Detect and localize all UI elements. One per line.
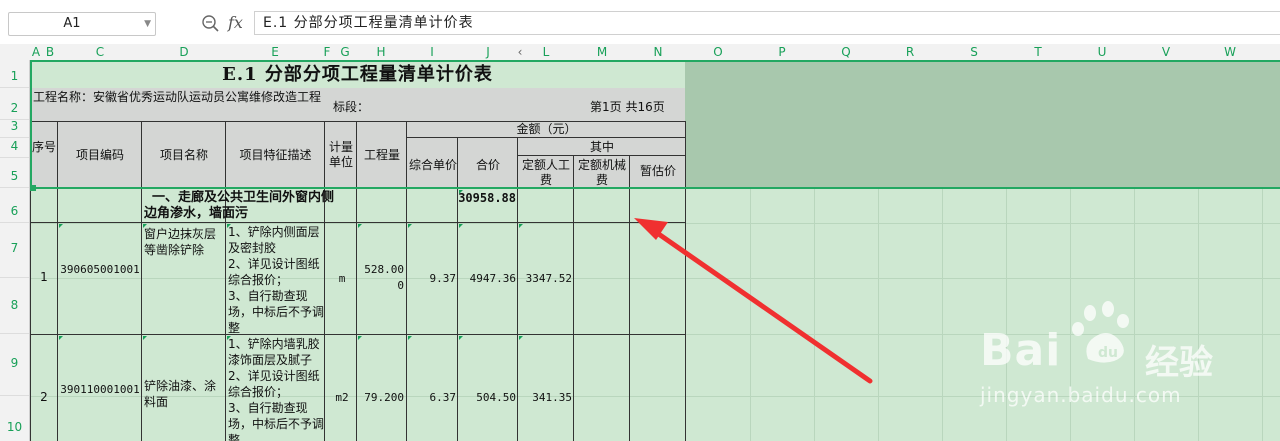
- watermark-brand: Bai: [980, 325, 1062, 376]
- fill-handle[interactable]: [30, 185, 36, 191]
- column-header[interactable]: R: [878, 44, 942, 60]
- column-header[interactable]: Q: [814, 44, 878, 60]
- column-header[interactable]: E: [226, 44, 324, 60]
- row-header[interactable]: 6: [0, 188, 29, 223]
- cell-marker: [459, 190, 463, 194]
- cell-marker: [227, 224, 231, 228]
- item-name: 窗户边抹灰层等凿除铲除: [144, 227, 217, 257]
- zoom-formula-icon[interactable]: [200, 11, 222, 35]
- item-unit-price: 6.37: [429, 391, 457, 404]
- watermark-url: jingyan.baidu.com: [980, 383, 1182, 407]
- column-header[interactable]: S: [942, 44, 1006, 60]
- item-labor: 3347.52: [525, 272, 572, 285]
- row-header[interactable]: 2: [0, 88, 29, 120]
- column-header[interactable]: H: [356, 44, 406, 60]
- column-header[interactable]: N: [630, 44, 686, 60]
- cell-marker: [519, 224, 523, 228]
- column-header[interactable]: G: [336, 44, 354, 60]
- item-total: 504.50: [476, 391, 516, 404]
- column-header[interactable]: V: [1134, 44, 1198, 60]
- svg-text:du: du: [1098, 345, 1118, 361]
- column-header[interactable]: F: [317, 44, 337, 60]
- item-labor: 341.35: [532, 391, 572, 404]
- row-header[interactable]: 5: [0, 158, 29, 188]
- item-qty: 79.200: [364, 391, 404, 404]
- column-header[interactable]: D: [142, 44, 226, 60]
- row-header[interactable]: 3: [0, 119, 29, 138]
- row-header[interactable]: 7: [0, 223, 29, 278]
- paw-icon: du: [1072, 301, 1129, 363]
- item-qty: 528.000: [364, 263, 404, 292]
- row-header[interactable]: 9: [0, 334, 29, 396]
- column-header[interactable]: J: [458, 44, 518, 60]
- column-header[interactable]: L: [518, 44, 574, 60]
- column-header[interactable]: P: [750, 44, 814, 60]
- item-name: 铲除油漆、涂料面: [144, 379, 217, 409]
- baidu-watermark: du Bai 经验 jingyan.baidu.com: [970, 295, 1270, 415]
- cell-marker: [408, 336, 412, 340]
- row-header[interactable]: 10: [0, 396, 29, 441]
- cell-marker: [358, 224, 362, 228]
- cell-marker: [408, 224, 412, 228]
- item-seq: 2: [40, 390, 48, 404]
- item-features: 1、铲除内侧面层及密封胶 2、详见设计图纸综合报价； 3、自行勘查现场，中标后不…: [228, 225, 324, 334]
- cell-marker: [519, 336, 523, 340]
- cell-marker: [459, 224, 463, 228]
- row-line: [30, 223, 686, 335]
- item-unit: m: [338, 272, 346, 285]
- chevron-down-icon[interactable]: ▼: [144, 13, 151, 35]
- cell-reference: A1: [63, 16, 81, 31]
- column-header[interactable]: I: [406, 44, 458, 60]
- cell-marker: [227, 336, 231, 340]
- row-header-bar: 1 2 3 4 5 6 7 8 9 10: [0, 60, 30, 441]
- column-header[interactable]: A: [30, 44, 42, 60]
- item-total: 4947.36: [469, 272, 516, 285]
- item-unit-price: 9.37: [429, 272, 457, 285]
- column-header[interactable]: C: [58, 44, 142, 60]
- fx-icon[interactable]: fx: [228, 11, 243, 35]
- item-unit: m2: [335, 391, 349, 404]
- cell-marker: [59, 224, 63, 228]
- formula-input[interactable]: E.1 分部分项工程量清单计价表: [254, 11, 1280, 35]
- watermark-brand-cn: 经验: [1145, 343, 1213, 383]
- column-header[interactable]: O: [686, 44, 750, 60]
- row-line: [30, 188, 686, 223]
- name-box[interactable]: A1 ▼: [8, 12, 156, 36]
- item-code: 390110001001: [60, 383, 140, 396]
- item-code: 390605001001: [60, 263, 140, 276]
- column-header[interactable]: W: [1198, 44, 1262, 60]
- formula-bar: A1 ▼ fx E.1 分部分项工程量清单计价表: [0, 0, 1280, 45]
- item-features: 1、铲除内墙乳胶漆饰面层及腻子 2、详见设计图纸综合报价； 3、自行勘查现场，中…: [228, 337, 324, 441]
- item-seq: 1: [40, 270, 48, 284]
- row-header[interactable]: 1: [0, 60, 29, 88]
- column-header[interactable]: T: [1006, 44, 1070, 60]
- section-title: 一、走廊及公共卫生间外窗内侧边角渗水，墙面污: [144, 190, 334, 221]
- column-header[interactable]: B: [42, 44, 58, 60]
- cell-marker: [143, 336, 147, 340]
- cell-marker: [59, 336, 63, 340]
- column-header[interactable]: U: [1070, 44, 1134, 60]
- section-total: 30958.88: [458, 191, 516, 205]
- cell-marker: [459, 336, 463, 340]
- column-header-bar: A B C D E F G H I J ‹ L M N O P Q R S T …: [0, 44, 1280, 61]
- cell-marker: [143, 224, 147, 228]
- cell-marker: [358, 336, 362, 340]
- selection-border: [30, 60, 1280, 189]
- row-header[interactable]: 8: [0, 278, 29, 334]
- column-header[interactable]: M: [574, 44, 630, 60]
- row-header[interactable]: 4: [0, 138, 29, 158]
